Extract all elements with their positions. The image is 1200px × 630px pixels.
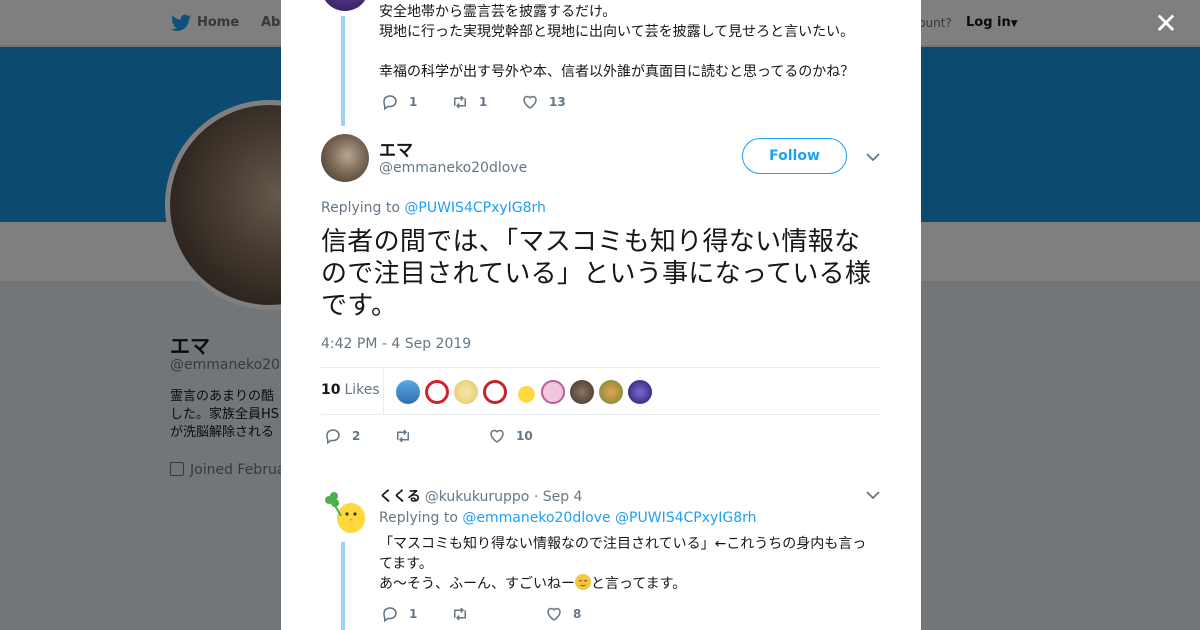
stats-divider [383,368,384,415]
liker-avatars [396,380,657,404]
thread-line [341,542,345,630]
replying-to: Replying to @emmaneko20dlove @PUWIS4CPxy… [379,510,757,526]
tweet-timestamp[interactable]: 4:42 PM - 4 Sep 2019 [321,336,471,352]
liker-avatar[interactable] [628,380,652,404]
tweet-text-segment: あ〜そう、ふーん、すごいねー [379,576,575,592]
user-handle[interactable]: @kukukuruppo [425,489,530,505]
liker-avatar[interactable] [541,380,565,404]
user-name[interactable]: くくる [379,489,421,505]
retweet-button[interactable] [451,605,493,623]
reply-count: 1 [409,607,418,621]
reply-button[interactable]: 1 [381,605,423,623]
retweet-button[interactable] [394,427,436,445]
main-tweet-actions: 2 10 [324,427,561,445]
reply-icon [326,429,340,445]
chevron-down-icon[interactable] [866,490,880,500]
liker-avatar[interactable] [454,380,478,404]
main-tweet-header: エマ @emmaneko20dlove Follow [321,134,881,182]
reply-count: 1 [409,95,418,109]
reply-count: 2 [352,429,361,443]
heart-icon [523,95,537,109]
like-button[interactable]: 10 [488,427,533,445]
avatar[interactable] [321,490,369,538]
tweet-text-line: 幸福の科学が出す号外や本、信者以外誰が真面目に読むと思ってるのかね？ [379,64,855,80]
liker-avatar[interactable] [425,380,449,404]
retweet-button[interactable]: 1 [451,93,493,111]
relieved-face-emoji-icon [575,574,591,590]
tweet-text-segment: と言ってます。 [591,576,687,592]
retweet-icon [397,429,409,443]
heart-icon [547,607,561,621]
like-count: 8 [573,607,582,621]
tweet-text-line: 「マスコミも知り得ない情報なので注目されている」←これうちの身内も言ってます。 [379,536,867,572]
like-count: 10 [516,429,533,443]
replying-to: Replying to @PUWIS4CPxyIG8rh [321,200,546,216]
like-count: 13 [549,95,566,109]
reply-tweet-header: くくる @kukukuruppo · Sep 4 [379,486,582,506]
like-button[interactable]: 8 [545,605,587,623]
replying-to-label: Replying to [321,200,400,216]
replying-to-link[interactable]: @PUWIS4CPxyIG8rh [404,200,546,216]
liker-avatar[interactable] [483,380,507,404]
reply-button[interactable]: 2 [324,427,366,445]
tweet-text-line: あ〜そう、ふーん、すごいねー と言ってます。 [379,574,874,594]
likes-label: Likes [344,382,380,398]
tweet-stats: 10 Likes [321,367,881,415]
user-handle[interactable]: @emmaneko20dlove [379,160,527,176]
user-name[interactable]: エマ [379,136,413,161]
likes-stat[interactable]: 10 Likes [321,382,380,398]
retweet-count: 1 [479,95,488,109]
retweet-icon [454,95,466,109]
previous-tweet-avatar[interactable] [321,0,369,11]
reply-icon [383,95,397,111]
previous-tweet-text: 安全地帯から霊言芸を披露するだけ。 現地に行った実現党幹部と現地に出向いて芸を披… [379,2,869,82]
replying-to-label: Replying to [379,510,458,526]
thread-line [341,16,345,126]
reply-button[interactable]: 1 [381,93,423,111]
liker-avatar[interactable] [512,380,536,404]
heart-icon [490,429,504,443]
close-icon[interactable]: ✕ [1154,10,1178,38]
likes-number: 10 [321,382,341,398]
liker-avatar[interactable] [570,380,594,404]
reply-icon [383,607,397,623]
retweet-icon [454,607,466,621]
follow-button[interactable]: Follow [742,138,847,174]
tweet-modal: 安全地帯から霊言芸を披露するだけ。 現地に行った実現党幹部と現地に出向いて芸を披… [281,0,921,630]
reply-tweet-actions: 1 8 [381,605,615,623]
main-tweet-text: 信者の間では、「マスコミも知り得ない情報なので注目されている」という事になってい… [321,227,872,321]
chick-icon [325,492,365,533]
liker-avatar[interactable] [599,380,623,404]
replying-to-link[interactable]: @PUWIS4CPxyIG8rh [615,510,757,526]
avatar[interactable] [321,134,369,182]
previous-tweet-actions: 1 1 13 [381,93,594,111]
liker-avatar[interactable] [396,380,420,404]
replying-to-link[interactable]: @emmaneko20dlove [462,510,610,526]
reply-tweet-text: 「マスコミも知り得ない情報なので注目されている」←これうちの身内も言ってます。 … [379,534,874,594]
like-button[interactable]: 13 [521,93,566,111]
tweet-text-line: 安全地帯から霊言芸を披露するだけ。 [379,4,617,20]
chevron-down-icon[interactable] [866,152,880,162]
tweet-date[interactable]: · Sep 4 [534,489,583,505]
tweet-text-line: 現地に行った実現党幹部と現地に出向いて芸を披露して見せろと言いたい。 [379,24,855,40]
